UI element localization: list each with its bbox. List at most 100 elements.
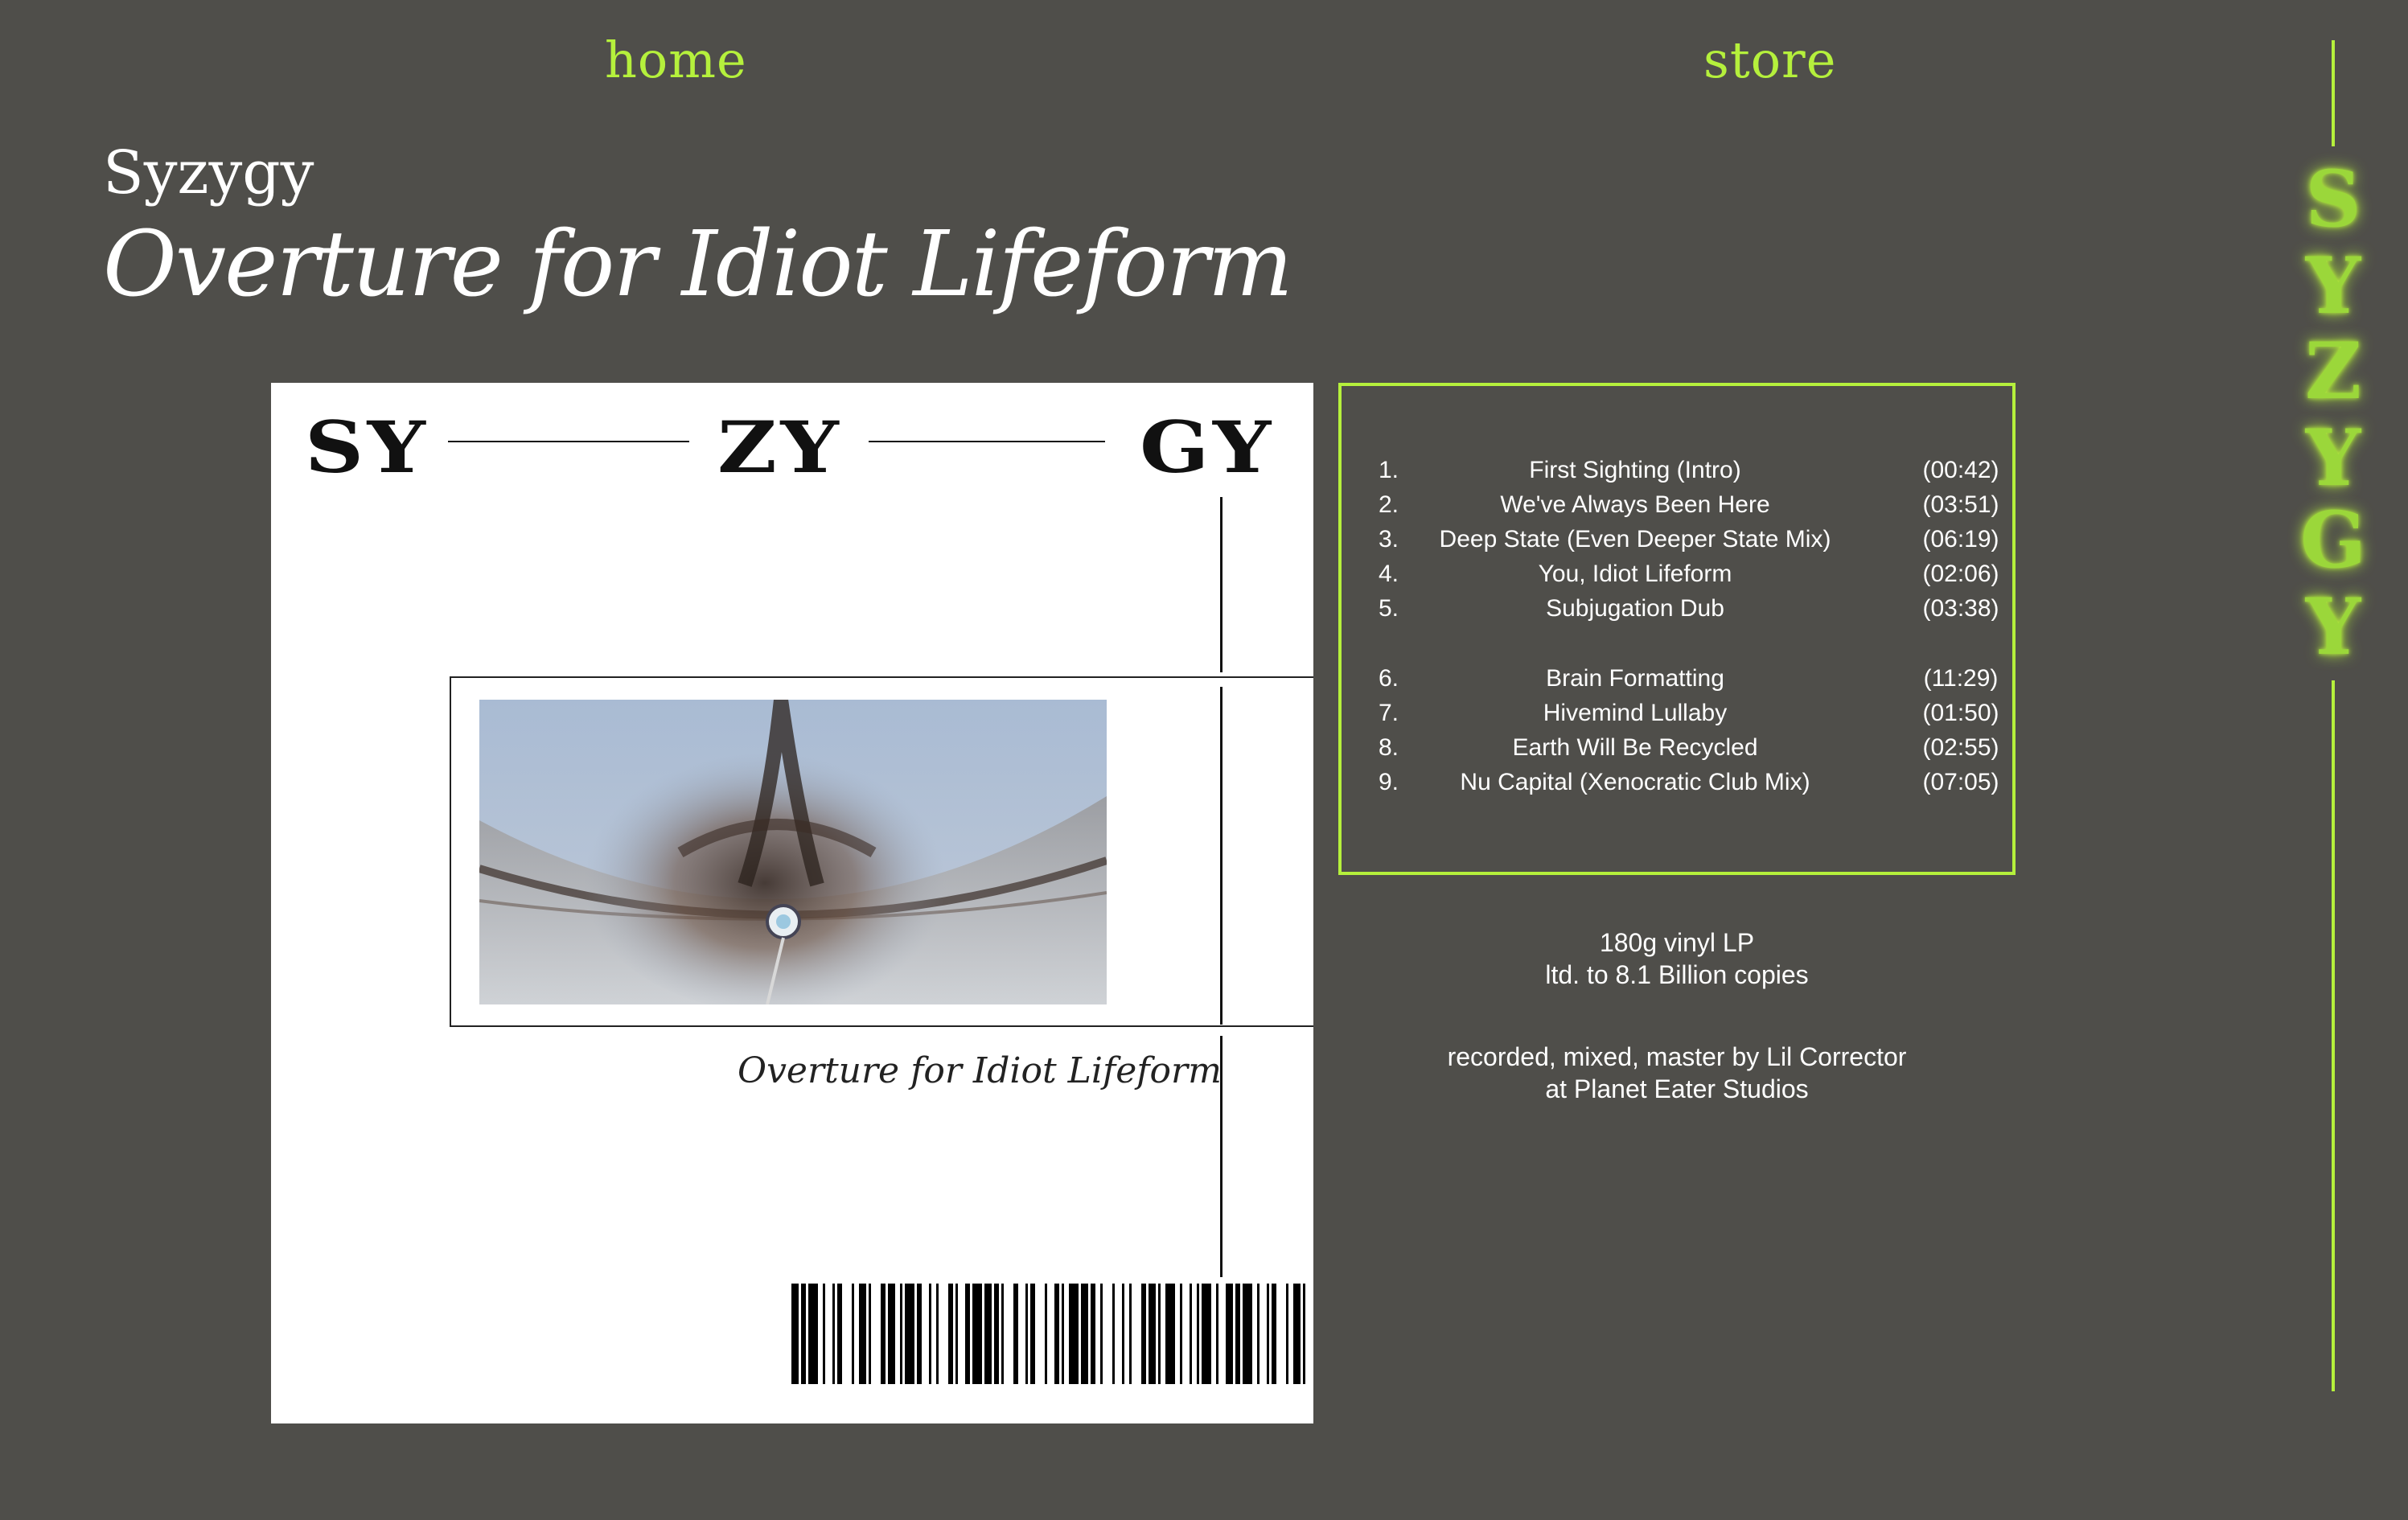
- track-number: 8.: [1379, 734, 1399, 761]
- barcode: [791, 1284, 1305, 1384]
- side-logo-letter: G: [2300, 495, 2366, 585]
- side-logo-letter: Y: [2305, 240, 2361, 331]
- barcode-bar: [888, 1284, 895, 1384]
- track-number: 2.: [1379, 491, 1399, 518]
- track-duration: (00:42): [1922, 457, 1999, 483]
- side-logo-letter: Y: [2305, 581, 2361, 672]
- track-duration: (06:19): [1922, 526, 1999, 553]
- side-line-top: [2332, 40, 2335, 146]
- barcode-bar: [1112, 1284, 1115, 1384]
- track-title: Subjugation Dub: [1546, 595, 1724, 622]
- barcode-bar: [1180, 1284, 1182, 1384]
- artist-name: Syzygy: [103, 138, 314, 207]
- track-duration: (11:29): [1923, 665, 1999, 692]
- track-number: 4.: [1379, 561, 1399, 587]
- track-row: 6. Brain Formatting (11:29): [1342, 665, 2012, 700]
- barcode-bar: [1100, 1284, 1103, 1384]
- barcode-bar: [994, 1284, 999, 1384]
- barcode-bar: [1141, 1284, 1146, 1384]
- barcode-bar: [1091, 1284, 1095, 1384]
- side-logo-letter: S: [2305, 154, 2361, 244]
- barcode-bar: [823, 1284, 825, 1384]
- track-number: 3.: [1379, 526, 1399, 553]
- track-duration: (02:06): [1922, 561, 1999, 587]
- barcode-bar: [929, 1284, 931, 1384]
- barcode-bar: [1216, 1284, 1218, 1384]
- barcode-bar: [972, 1284, 982, 1384]
- track-title: Deep State (Even Deeper State Mix): [1439, 526, 1831, 553]
- cover-caption: Overture for Idiot Lifeform: [738, 1050, 1222, 1091]
- track-title: Brain Formatting: [1546, 665, 1724, 692]
- barcode-bar: [1202, 1284, 1211, 1384]
- cover-syllable: GY: [1140, 405, 1275, 489]
- track-duration: (03:38): [1922, 595, 1999, 622]
- cover-syllable: SY: [305, 405, 429, 489]
- side-logo-letter: Y: [2305, 413, 2361, 503]
- barcode-bar: [1001, 1284, 1004, 1384]
- barcode-bar: [1069, 1284, 1079, 1384]
- album-cover: SY ZY GY Overture for Idiot Lifeform: [271, 383, 1313, 1423]
- track-number: 5.: [1379, 595, 1399, 622]
- track-row: 7. Hivemind Lullaby (01:50): [1342, 700, 2012, 735]
- barcode-bar: [801, 1284, 806, 1384]
- barcode-bar: [1226, 1284, 1233, 1384]
- barcode-bar: [1235, 1284, 1240, 1384]
- track-row: 5. Subjugation Dub (03:38): [1342, 595, 2012, 631]
- side-line-bottom: [2332, 680, 2335, 1391]
- barcode-bar: [1122, 1284, 1124, 1384]
- barcode-bar: [1197, 1284, 1199, 1384]
- cover-rule: [448, 441, 689, 442]
- track-duration: (01:50): [1922, 700, 1999, 726]
- barcode-bar: [1293, 1284, 1301, 1384]
- cover-rule: [869, 441, 1105, 442]
- barcode-bar: [1129, 1284, 1132, 1384]
- barcode-bar: [1030, 1284, 1035, 1384]
- barcode-bar: [859, 1284, 866, 1384]
- cover-syllable: ZY: [717, 405, 843, 489]
- track-number: 7.: [1379, 700, 1399, 726]
- nav-link-store[interactable]: store: [1703, 31, 1836, 89]
- album-title: Overture for Idiot Lifeform: [103, 212, 1293, 317]
- barcode-bar: [1025, 1284, 1028, 1384]
- track-row: 1. First Sighting (Intro) (00:42): [1342, 457, 2012, 492]
- barcode-bar: [965, 1284, 970, 1384]
- tracklist: 1. First Sighting (Intro) (00:42) 2. We've A…: [1338, 383, 2016, 875]
- release-limited: ltd. to 8.1 Billion copies: [1545, 960, 1809, 989]
- barcode-bar: [984, 1284, 992, 1384]
- cover-photo: [479, 700, 1107, 1004]
- track-row: 2. We've Always Been Here (03:51): [1342, 491, 2012, 527]
- barcode-bar: [881, 1284, 886, 1384]
- barcode-bar: [900, 1284, 902, 1384]
- barcode-bar: [1267, 1284, 1269, 1384]
- barcode-bar: [832, 1284, 835, 1384]
- barcode-bar: [917, 1284, 922, 1384]
- track-row: 4. You, Idiot Lifeform (02:06): [1342, 561, 2012, 596]
- track-duration: (03:51): [1922, 491, 1999, 518]
- track-title: You, Idiot Lifeform: [1538, 561, 1732, 587]
- side-logo-letter: Z: [2304, 326, 2362, 417]
- track-title: Earth Will Be Recycled: [1512, 734, 1758, 761]
- barcode-bar: [1149, 1284, 1156, 1384]
- track-title: Hivemind Lullaby: [1543, 700, 1728, 726]
- barcode-bar: [1257, 1284, 1259, 1384]
- barcode-bar: [1054, 1284, 1059, 1384]
- release-studio: at Planet Eater Studios: [1545, 1074, 1809, 1103]
- track-number: 9.: [1379, 769, 1399, 795]
- track-row: 9. Nu Capital (Xenocratic Club Mix) (07:05…: [1342, 769, 2012, 804]
- barcode-bar: [1045, 1284, 1047, 1384]
- barcode-bar: [1272, 1284, 1276, 1384]
- barcode-bar: [955, 1284, 958, 1384]
- barcode-bar: [1243, 1284, 1252, 1384]
- release-credits: recorded, mixed, master by Lil Corrector: [1447, 1042, 1907, 1071]
- barcode-bar: [905, 1284, 914, 1384]
- track-row: 3. Deep State (Even Deeper State Mix) (06:…: [1342, 526, 2012, 561]
- track-row: 8. Earth Will Be Recycled (02:55): [1342, 734, 2012, 770]
- barcode-bar: [852, 1284, 854, 1384]
- barcode-bar: [837, 1284, 842, 1384]
- cover-vertical-line: [1220, 497, 1222, 672]
- track-number: 1.: [1379, 457, 1399, 483]
- barcode-bar: [1165, 1284, 1175, 1384]
- nav-link-home[interactable]: home: [605, 31, 747, 89]
- barcode-bar: [808, 1284, 818, 1384]
- track-duration: (02:55): [1922, 734, 1999, 761]
